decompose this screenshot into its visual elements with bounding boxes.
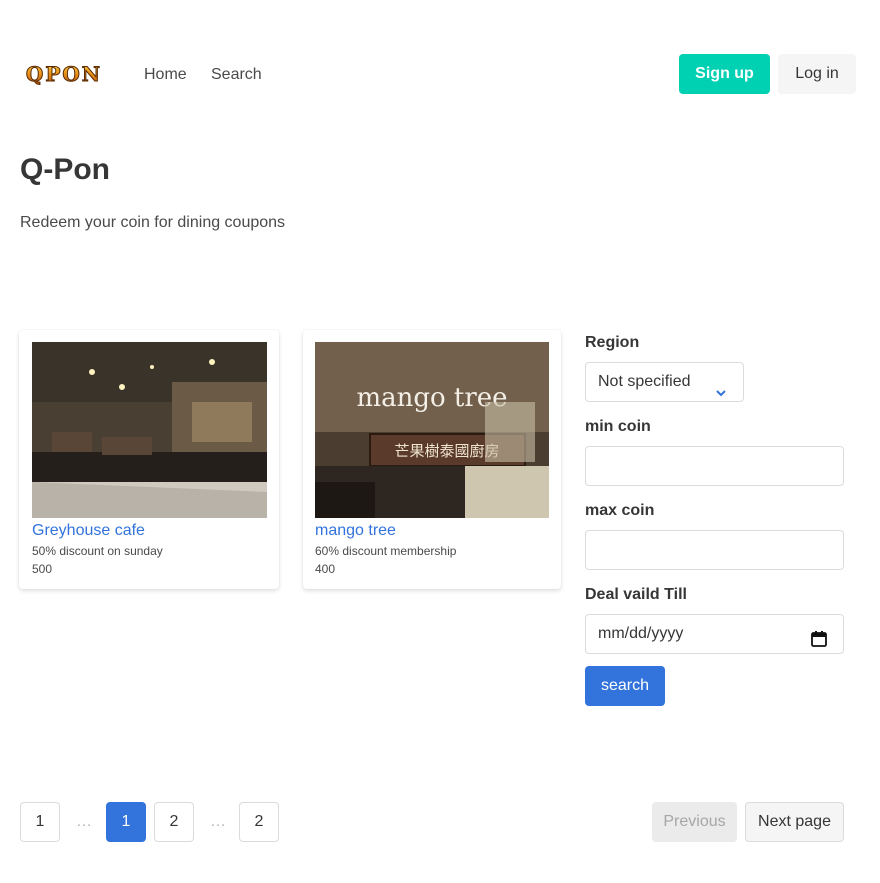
previous-page-button[interactable]: Previous xyxy=(652,802,737,842)
pagination-next-number[interactable]: 2 xyxy=(154,802,194,842)
search-button[interactable]: search xyxy=(585,666,665,706)
nav-search-link[interactable]: Search xyxy=(211,64,262,86)
coupon-card[interactable]: mango tree 芒果樹泰國廚房 mango tree 60% discou… xyxy=(303,330,561,589)
navbar: QPON Home Search Sign up Log in xyxy=(0,0,880,148)
coupon-title[interactable]: mango tree xyxy=(315,521,396,541)
login-button[interactable]: Log in xyxy=(778,54,856,94)
coupon-image-mango-tree[interactable]: mango tree 芒果樹泰國廚房 xyxy=(315,342,549,518)
svg-text:QPON: QPON xyxy=(26,62,102,86)
coupon-description: 50% discount on sunday xyxy=(32,544,163,558)
region-select-value: Not specified xyxy=(598,373,691,390)
pagination-ellipsis: … xyxy=(210,813,226,830)
nav-home-link[interactable]: Home xyxy=(144,64,187,86)
pagination-ellipsis: … xyxy=(76,813,92,830)
coupon-coin-cost: 500 xyxy=(32,562,53,576)
min-coin-label: min coin xyxy=(585,418,651,435)
deal-valid-label: Deal vaild Till xyxy=(585,586,687,603)
max-coin-input[interactable] xyxy=(585,530,844,570)
min-coin-input[interactable] xyxy=(585,446,844,486)
date-placeholder: mm/dd/yyyy xyxy=(598,625,684,642)
coupon-coin-cost: 400 xyxy=(315,562,336,576)
max-coin-label: max coin xyxy=(585,502,655,519)
page-subtitle: Redeem your coin for dining coupons xyxy=(20,214,286,231)
brand-logo[interactable]: QPON xyxy=(12,62,116,86)
coupon-card[interactable]: Greyhouse cafe 50% discount on sunday 50… xyxy=(19,330,279,589)
signup-button[interactable]: Sign up xyxy=(679,54,770,94)
svg-text:芒果樹泰國廚房: 芒果樹泰國廚房 xyxy=(394,442,499,460)
next-page-button[interactable]: Next page xyxy=(745,802,844,842)
deal-valid-date-input[interactable]: mm/dd/yyyy xyxy=(585,614,844,654)
coupon-title[interactable]: Greyhouse cafe xyxy=(32,521,145,541)
calendar-icon[interactable] xyxy=(810,625,828,647)
pagination-current-page[interactable]: 1 xyxy=(106,802,146,842)
region-select[interactable]: Not specified xyxy=(585,362,744,402)
region-label: Region xyxy=(585,334,640,351)
svg-text:mango tree: mango tree xyxy=(356,383,507,413)
pagination-last-page[interactable]: 2 xyxy=(239,802,279,842)
pagination-first-page[interactable]: 1 xyxy=(20,802,60,842)
coupon-image-greyhouse[interactable] xyxy=(32,342,267,518)
chevron-down-icon xyxy=(715,376,727,397)
coupon-description: 60% discount membership xyxy=(315,544,457,558)
page-title: Q-Pon xyxy=(20,153,110,186)
